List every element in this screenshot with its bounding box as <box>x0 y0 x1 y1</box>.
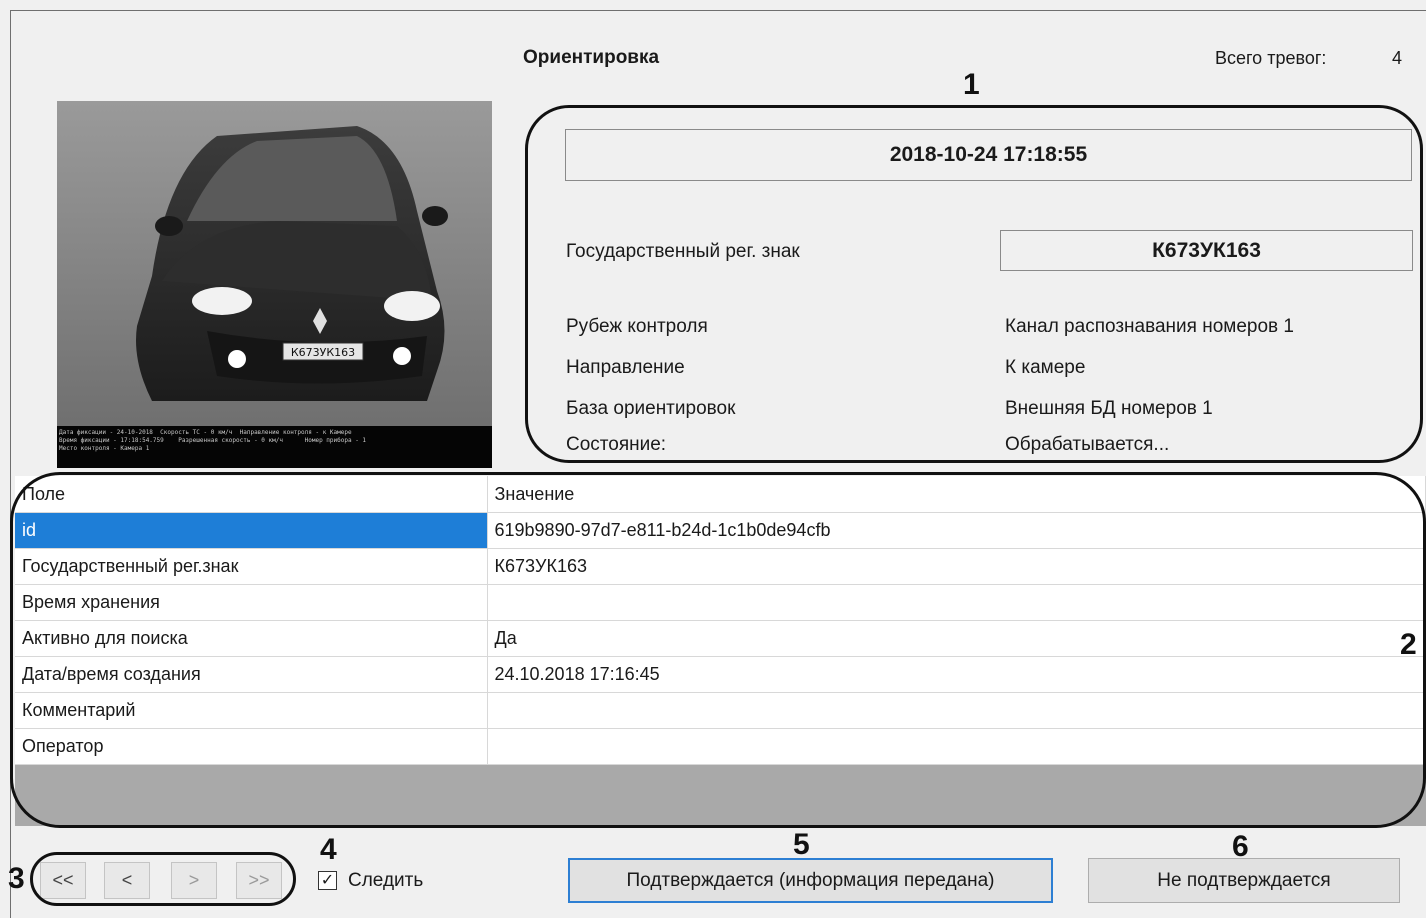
alarm-count-value: 4 <box>1392 48 1403 68</box>
vehicle-photo: К673УК163 Дата фиксации - 24-10-2018 Ско… <box>57 101 492 468</box>
callout-number: 5 <box>793 828 810 861</box>
callout-number: 4 <box>320 833 337 866</box>
page-title: Ориентировка <box>523 47 660 68</box>
callout-ellipse-nav <box>30 852 296 906</box>
plate-text: К673УК163 <box>291 346 355 359</box>
confirm-button[interactable]: Подтверждается (информация передана) <box>568 858 1053 903</box>
callout-number: 2 <box>1400 628 1417 661</box>
callout-number: 6 <box>1232 830 1249 863</box>
alarm-count-label: Всего тревог: <box>1215 48 1327 68</box>
car-image: К673УК163 <box>57 101 492 468</box>
callout-number: 3 <box>8 862 25 895</box>
caption-line: Место контроля - Камера 1 <box>59 445 150 452</box>
caption-line: Время фиксации - 17:18:54.759 Разрешенна… <box>59 437 367 444</box>
callout-number: 1 <box>963 68 980 101</box>
reject-button[interactable]: Не подтверждается <box>1088 858 1400 903</box>
follow-checkbox[interactable]: ✓ <box>318 871 337 890</box>
checkmark-icon: ✓ <box>320 871 335 889</box>
callout-ellipse-info <box>525 105 1423 463</box>
follow-label[interactable]: Следить <box>348 870 423 892</box>
caption-line: Дата фиксации - 24-10-2018 Скорость ТС -… <box>59 429 352 436</box>
callout-ellipse-grid <box>10 472 1426 828</box>
photo-caption: Дата фиксации - 24-10-2018 Скорость ТС -… <box>57 426 492 468</box>
